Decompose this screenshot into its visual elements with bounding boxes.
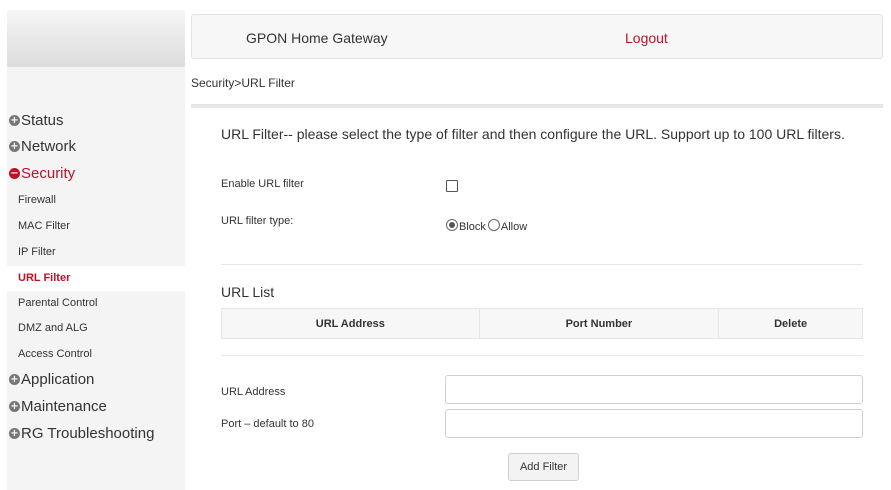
block-radio-label: Block bbox=[459, 221, 486, 233]
enable-url-filter-label: Enable URL filter bbox=[221, 178, 304, 190]
enable-url-filter-checkbox[interactable] bbox=[446, 180, 458, 192]
url-list-title: URL List bbox=[221, 284, 275, 300]
section-divider bbox=[221, 355, 863, 356]
sidebar: + Status + Network − Security Firewall M… bbox=[0, 0, 185, 490]
sidebar-item-rg-troubleshooting[interactable]: + RG Troubleshooting bbox=[9, 425, 154, 442]
expand-plus-icon: + bbox=[9, 401, 20, 412]
sidebar-subitem-url-filter[interactable]: URL Filter bbox=[7, 266, 185, 291]
sidebar-item-label: RG Troubleshooting bbox=[21, 425, 155, 442]
port-input[interactable] bbox=[445, 409, 863, 438]
sidebar-subitem-parental-control[interactable]: Parental Control bbox=[7, 291, 185, 316]
column-header-port-number: Port Number bbox=[478, 308, 720, 339]
collapse-minus-icon: − bbox=[9, 168, 20, 179]
expand-plus-icon: + bbox=[9, 141, 20, 152]
allow-radio-label: Allow bbox=[500, 221, 528, 233]
expand-plus-icon: + bbox=[9, 115, 20, 126]
url-filter-type-label: URL filter type: bbox=[221, 215, 294, 227]
app-title: GPON Home Gateway bbox=[246, 30, 388, 46]
breadcrumb: Security>URL Filter bbox=[191, 76, 295, 90]
block-radio[interactable] bbox=[446, 219, 458, 231]
header-bar: GPON Home Gateway Logout bbox=[191, 14, 883, 59]
sidebar-item-maintenance[interactable]: + Maintenance bbox=[9, 398, 107, 415]
sidebar-item-security[interactable]: − Security bbox=[9, 165, 75, 182]
sidebar-subitem-mac-filter[interactable]: MAC Filter bbox=[7, 214, 185, 239]
sidebar-subitem-ip-filter[interactable]: IP Filter bbox=[7, 240, 185, 265]
sidebar-item-application[interactable]: + Application bbox=[9, 371, 94, 388]
sidebar-subitem-firewall[interactable]: Firewall bbox=[7, 188, 185, 213]
sidebar-subitem-dmz-and-alg[interactable]: DMZ and ALG bbox=[7, 316, 185, 341]
sidebar-item-label: Network bbox=[21, 138, 77, 155]
sidebar-item-label: Status bbox=[21, 112, 64, 129]
sidebar-item-label: Security bbox=[21, 165, 76, 182]
logo-bar bbox=[7, 10, 185, 67]
expand-plus-icon: + bbox=[9, 374, 20, 385]
expand-plus-icon: + bbox=[9, 428, 20, 439]
allow-radio[interactable] bbox=[487, 219, 500, 231]
sidebar-item-label: Maintenance bbox=[21, 398, 107, 415]
column-header-delete: Delete bbox=[718, 308, 863, 339]
page-description: URL Filter-- please select the type of f… bbox=[221, 126, 845, 142]
url-address-label: URL Address bbox=[221, 386, 286, 398]
add-filter-button[interactable]: Add Filter bbox=[508, 453, 579, 481]
table-header-row: URL Address Port Number Delete bbox=[221, 308, 863, 339]
sidebar-item-label: Application bbox=[21, 371, 95, 388]
url-list-table: URL Address Port Number Delete bbox=[221, 308, 863, 339]
breadcrumb-divider bbox=[191, 104, 883, 108]
url-filter-type-group: Block Allow bbox=[446, 219, 529, 233]
sidebar-item-status[interactable]: + Status bbox=[9, 112, 64, 129]
url-address-input[interactable] bbox=[445, 375, 863, 404]
section-divider bbox=[221, 264, 863, 265]
port-label: Port – default to 80 bbox=[221, 418, 314, 430]
sidebar-item-network[interactable]: + Network bbox=[9, 138, 76, 155]
column-header-url-address: URL Address bbox=[221, 308, 480, 339]
logout-link[interactable]: Logout bbox=[625, 30, 668, 46]
sidebar-subitem-access-control[interactable]: Access Control bbox=[7, 342, 185, 367]
